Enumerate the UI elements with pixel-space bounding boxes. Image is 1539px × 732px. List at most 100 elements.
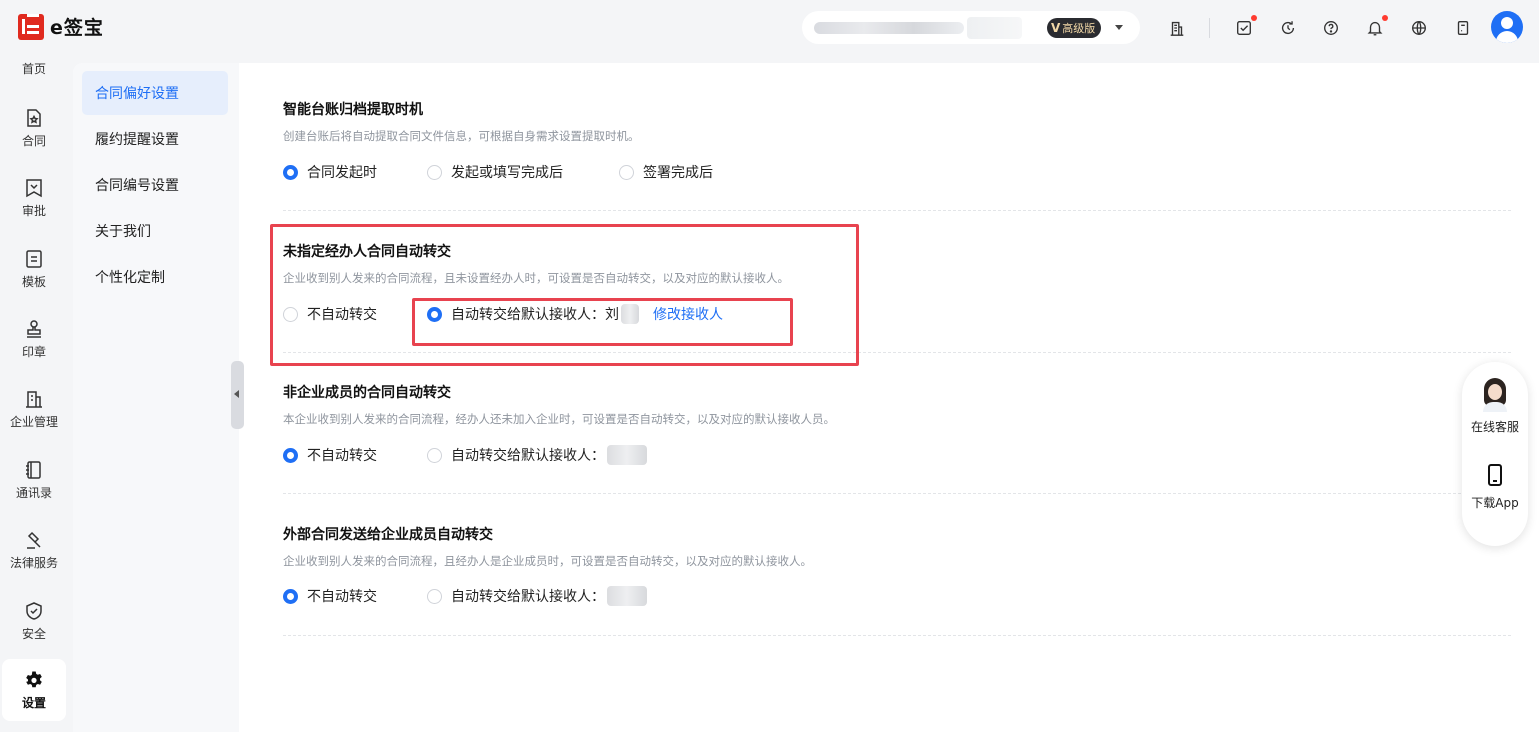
nav-label: 首页 <box>21 61 46 76</box>
calculator-icon[interactable] <box>1452 17 1474 39</box>
nav-item-template[interactable]: 模板 <box>2 238 66 300</box>
approval-icon <box>26 179 42 198</box>
radio-option[interactable]: 自动转交给默认接收人： <box>427 586 647 606</box>
todo-check-icon[interactable] <box>1233 15 1257 39</box>
left-nav: 首页 合同 审批 模板 印章 企业管理 通讯录 法律服务 安全 设置 <box>0 56 70 732</box>
contacts-icon <box>26 461 41 479</box>
nav-item-legal-service[interactable]: 法律服务 <box>2 519 66 581</box>
service-agent-avatar-icon <box>1480 378 1510 412</box>
radio-option[interactable]: 合同发起时 <box>283 162 377 182</box>
subnav-performance-reminder[interactable]: 履约提醒设置 <box>82 117 228 161</box>
settings-panel: 合同偏好设置 履约提醒设置 合同编号设置 关于我们 个性化定制 智能台账归档提取… <box>73 63 1539 732</box>
logo[interactable]: e签宝 <box>18 13 104 40</box>
nav-label: 法律服务 <box>9 556 58 570</box>
seal-icon <box>27 320 41 338</box>
radio-option[interactable]: 发起或填写完成后 <box>427 162 563 182</box>
nav-label: 印章 <box>21 345 46 359</box>
nav-label: 模板 <box>21 275 46 289</box>
radio-label: 签署完成后 <box>643 165 713 181</box>
nav-item-enterprise[interactable]: 企业管理 <box>2 378 66 440</box>
section-title: 智能台账归档提取时机 <box>283 102 423 118</box>
help-icon[interactable] <box>1320 17 1342 39</box>
radio-button[interactable] <box>427 588 442 604</box>
mobile-phone-icon <box>1488 464 1502 486</box>
section-description: 创建台账后将自动提取合同文件信息，可根据自身需求设置提取时机。 <box>283 129 640 143</box>
nav-label: 安全 <box>21 627 46 641</box>
radio-option[interactable]: 自动转交给默认接收人： <box>427 445 647 465</box>
nav-item-contract[interactable]: 合同 <box>2 97 66 159</box>
org-name-redacted-tail <box>967 17 1022 39</box>
radio-button[interactable] <box>619 164 634 180</box>
history-icon[interactable] <box>1277 17 1299 39</box>
section-divider <box>283 493 1511 494</box>
building-icon[interactable] <box>1166 17 1188 39</box>
nav-label: 企业管理 <box>9 415 58 429</box>
floating-service-widget: 在线客服 下载App <box>1462 362 1528 546</box>
settings-gear-icon <box>26 671 42 688</box>
download-app-label: 下载App <box>1471 496 1519 510</box>
nav-label: 合同 <box>21 134 46 148</box>
radio-option[interactable]: 不自动转交 <box>283 445 377 465</box>
radio-button[interactable] <box>427 447 442 463</box>
toolbar-divider <box>1209 18 1210 38</box>
brand-name: e签宝 <box>50 17 104 39</box>
notification-dot <box>1251 15 1257 21</box>
org-switcher[interactable]: V 高级版 <box>802 11 1140 44</box>
enterprise-icon <box>26 391 42 408</box>
section-description: 企业收到别人发来的合同流程，且经办人是企业成员时，可设置是否自动转交，以及对应的… <box>283 554 812 568</box>
template-icon <box>26 250 42 268</box>
plan-badge-label: 高级版 <box>1062 22 1096 35</box>
settings-subnav: 合同偏好设置 履约提醒设置 合同编号设置 关于我们 个性化定制 <box>73 63 239 732</box>
radio-button[interactable] <box>283 164 298 180</box>
section-title: 非企业成员的合同自动转交 <box>283 385 451 401</box>
collapse-sidebar-button[interactable] <box>231 361 244 429</box>
radio-button[interactable] <box>427 164 442 180</box>
nav-label: 审批 <box>21 204 46 218</box>
nav-item-home[interactable]: 首页 <box>2 48 66 88</box>
subnav-customization[interactable]: 个性化定制 <box>82 255 228 299</box>
download-app-button[interactable]: 下载App <box>1462 464 1528 511</box>
online-service-button[interactable]: 在线客服 <box>1462 378 1528 435</box>
nav-item-settings[interactable]: 设置 <box>2 659 66 721</box>
bell-icon[interactable] <box>1364 15 1388 39</box>
plan-badge: V 高级版 <box>1047 18 1102 38</box>
radio-button[interactable] <box>283 588 298 604</box>
brand-logo-icon <box>18 13 44 40</box>
legal-service-icon <box>27 531 41 549</box>
nav-label: 通讯录 <box>15 486 52 500</box>
highlight-box-option <box>412 298 793 346</box>
radio-button[interactable] <box>283 447 298 463</box>
recipient-name-redacted <box>607 586 647 606</box>
section-divider <box>283 635 1511 636</box>
top-bar: e签宝 V 高级版 <box>0 0 1539 56</box>
notification-dot <box>1382 15 1388 21</box>
radio-label: 自动转交给默认接收人： <box>451 448 605 464</box>
radio-option[interactable]: 不自动转交 <box>283 586 377 606</box>
recipient-name-redacted <box>607 445 647 465</box>
settings-content: 智能台账归档提取时机 创建台账后将自动提取合同文件信息，可根据自身需求设置提取时… <box>283 63 1511 732</box>
radio-label: 自动转交给默认接收人： <box>451 589 605 605</box>
user-avatar[interactable] <box>1491 11 1523 43</box>
vip-mark: V <box>1051 21 1061 35</box>
radio-label: 不自动转交 <box>307 448 377 464</box>
subnav-contract-preferences[interactable]: 合同偏好设置 <box>82 71 228 115</box>
nav-label: 设置 <box>21 696 46 710</box>
online-service-label: 在线客服 <box>1470 420 1519 434</box>
section-description: 本企业收到别人发来的合同流程，经办人还未加入企业时，可设置是否自动转交，以及对应… <box>283 412 835 426</box>
nav-item-seal[interactable]: 印章 <box>2 308 66 370</box>
subnav-contract-numbering[interactable]: 合同编号设置 <box>82 163 228 207</box>
section-title: 外部合同发送给企业成员自动转交 <box>283 527 493 543</box>
contract-icon <box>27 109 41 127</box>
radio-option[interactable]: 签署完成后 <box>619 162 713 182</box>
nav-item-contacts[interactable]: 通讯录 <box>2 449 66 511</box>
subnav-about-us[interactable]: 关于我们 <box>82 209 228 253</box>
globe-icon[interactable] <box>1408 17 1430 39</box>
security-shield-icon <box>26 602 42 620</box>
section-divider <box>283 210 1511 211</box>
radio-label: 不自动转交 <box>307 589 377 605</box>
nav-item-approval[interactable]: 审批 <box>2 167 66 229</box>
org-name-redacted <box>814 22 964 34</box>
radio-label: 合同发起时 <box>307 165 377 181</box>
nav-item-security[interactable]: 安全 <box>2 590 66 652</box>
radio-label: 发起或填写完成后 <box>451 165 563 181</box>
